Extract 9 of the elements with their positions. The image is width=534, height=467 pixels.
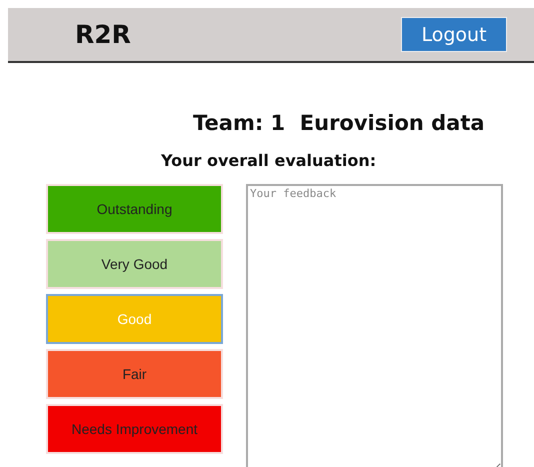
logout-button[interactable]: Logout	[401, 17, 507, 52]
feedback-field[interactable]: Your feedback	[246, 184, 503, 467]
rating-button[interactable]: Outstanding	[46, 184, 223, 234]
section-heading: Your overall evaluation:	[161, 151, 376, 170]
rating-button[interactable]: Needs Improvement	[46, 404, 223, 454]
rating-button[interactable]: Fair	[46, 349, 223, 399]
rating-button[interactable]: Very Good	[46, 239, 223, 289]
logo: R2R	[75, 20, 131, 49]
page-title: Team: 1 Eurovision data	[193, 111, 485, 135]
